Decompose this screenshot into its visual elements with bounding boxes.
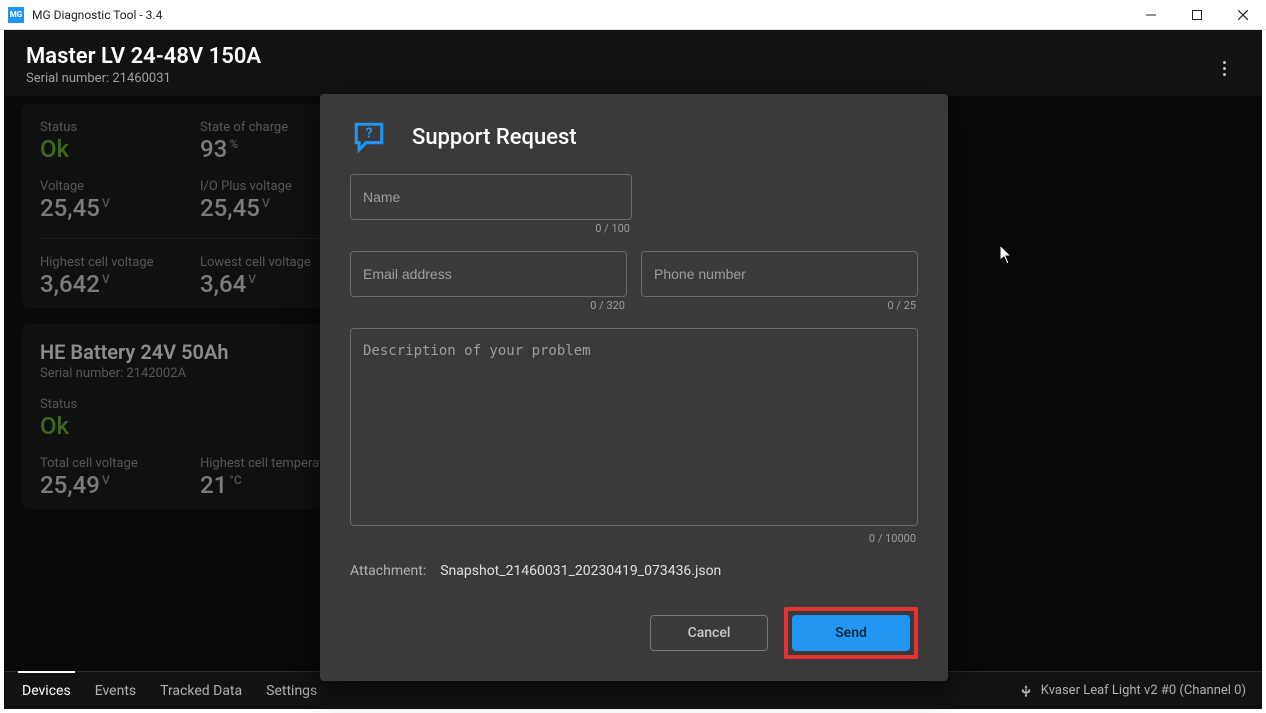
tab-settings[interactable]: Settings [254,672,329,710]
stat-label-status: Status [40,120,200,135]
attachment-label: Attachment: [350,563,426,579]
phone-counter: 0 / 25 [641,297,918,322]
stat-label-tcv: Total cell voltage [40,456,200,471]
name-counter: 0 / 100 [350,220,632,245]
page-subtitle: Serial number: 21460031 [26,71,1208,86]
cancel-button[interactable]: Cancel [650,615,768,651]
send-button-highlight: Send [784,607,918,659]
stat-value-status: Ok [40,135,200,163]
window-maximize-button[interactable] [1174,0,1220,30]
stat-label-hcell: Highest cell voltage [40,255,200,270]
name-field[interactable] [350,174,632,220]
app-icon: MG [8,7,24,23]
window-title: MG Diagnostic Tool - 3.4 [32,8,162,22]
email-counter: 0 / 320 [350,297,627,322]
connection-status: Kvaser Leaf Light v2 #0 (Channel 0) [1019,683,1256,698]
window-titlebar: MG MG Diagnostic Tool - 3.4 [0,0,1266,30]
tab-tracked-data[interactable]: Tracked Data [148,672,254,710]
support-request-dialog: ? Support Request 0 / 100 0 / 320 0 / 25… [320,94,948,681]
kebab-menu-button[interactable] [1208,52,1240,84]
window-minimize-button[interactable] [1128,0,1174,30]
window-close-button[interactable] [1220,0,1266,30]
phone-field[interactable] [641,251,918,297]
email-field[interactable] [350,251,627,297]
description-field[interactable] [350,328,918,526]
page-header: Master LV 24-48V 150A Serial number: 214… [4,30,1262,96]
attachment-row: Attachment: Snapshot_21460031_20230419_0… [350,563,918,579]
usb-icon [1019,684,1033,698]
stat-label-voltage: Voltage [40,179,200,194]
tab-events[interactable]: Events [83,672,148,710]
stat-value-tcv: 25,49V [40,471,200,499]
svg-text:?: ? [365,126,372,142]
help-chat-icon: ? [350,120,388,154]
stat-label-bstatus: Status [40,397,200,412]
send-button[interactable]: Send [792,615,910,651]
stat-value-bstatus: Ok [40,412,200,440]
page-title: Master LV 24-48V 150A [26,44,1208,69]
tab-devices[interactable]: Devices [10,672,83,710]
description-counter: 0 / 10000 [350,530,918,555]
stat-value-voltage: 25,45V [40,194,200,222]
stat-value-hcell: 3,642V [40,270,200,298]
dialog-title: Support Request [412,125,577,150]
attachment-filename: Snapshot_21460031_20230419_073436.json [440,563,721,579]
